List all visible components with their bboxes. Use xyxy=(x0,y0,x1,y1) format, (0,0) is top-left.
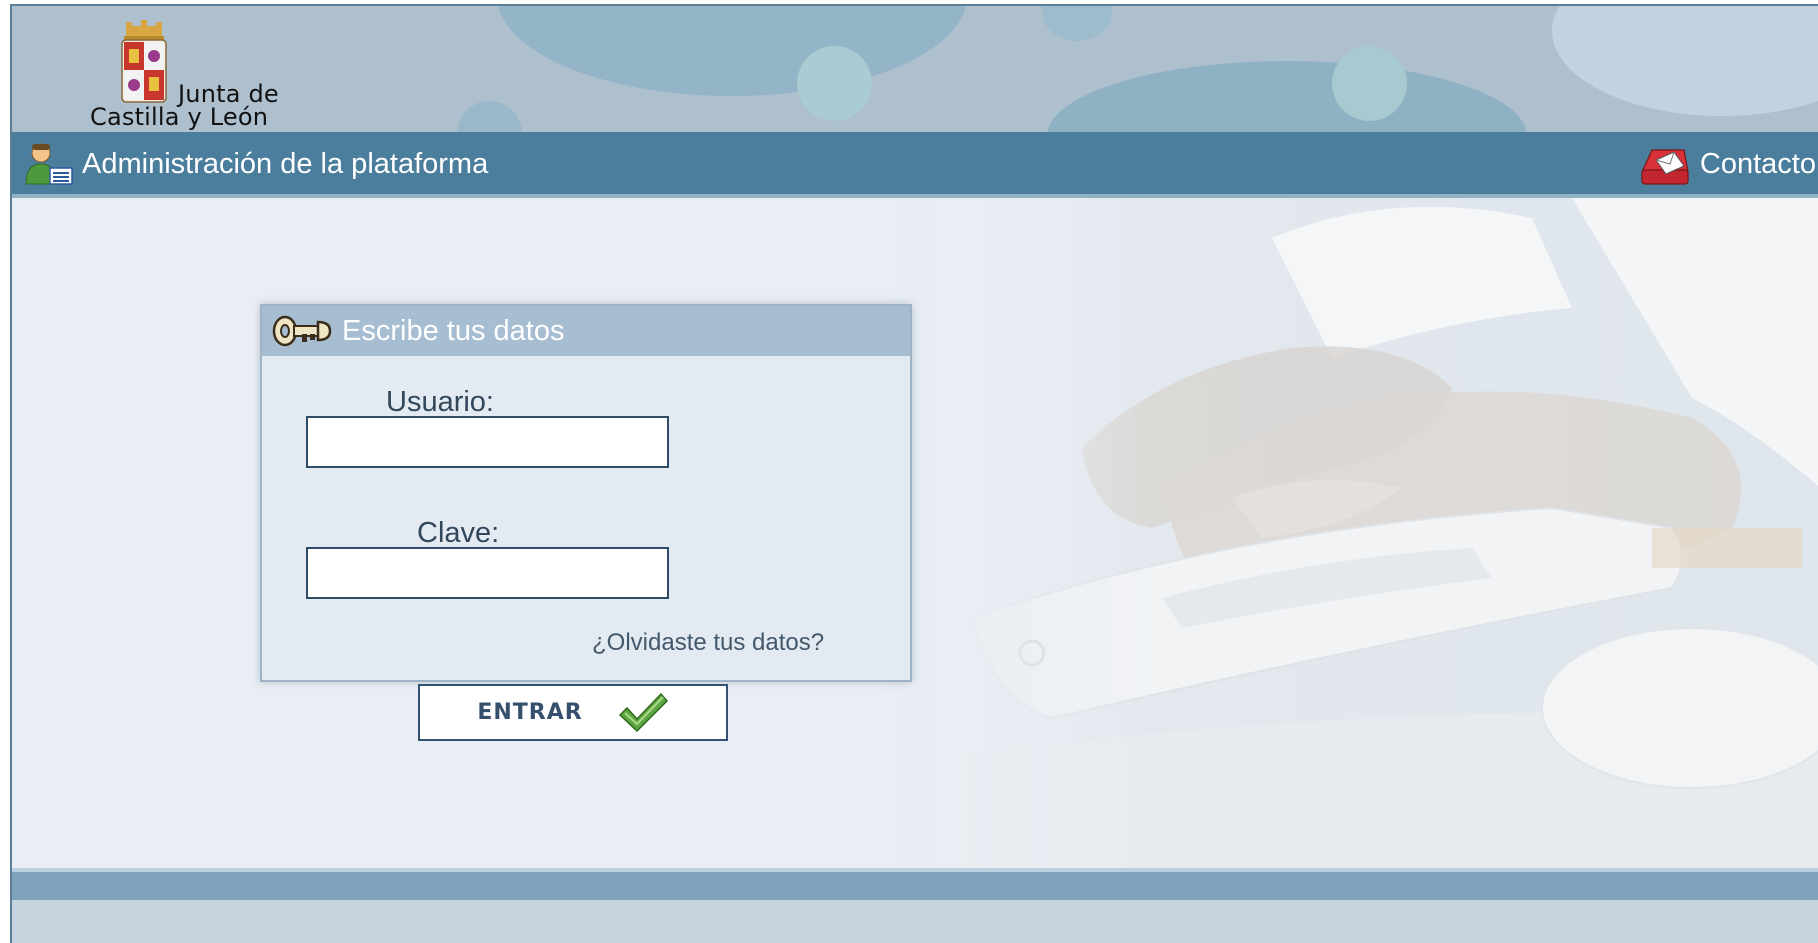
footer-bar xyxy=(12,872,1818,900)
main-area: Escribe tus datos Usuario: Clave: ¿Olvid… xyxy=(12,198,1818,868)
banner-decoration xyxy=(797,46,872,121)
login-panel-header: Escribe tus datos xyxy=(262,306,910,356)
login-panel: Escribe tus datos Usuario: Clave: ¿Olvid… xyxy=(260,304,912,682)
banner-decoration xyxy=(1552,6,1818,116)
contact-label: Contacto xyxy=(1699,147,1816,180)
username-field[interactable] xyxy=(306,416,669,468)
banner-decoration xyxy=(1047,61,1527,132)
contact-mail-icon xyxy=(1640,149,1689,185)
coat-of-arms-icon xyxy=(121,20,167,103)
navbar-title: Administración de la plataforma xyxy=(82,147,489,180)
junta-logo[interactable]: Junta de Castilla y León xyxy=(90,16,310,131)
password-label: Clave: xyxy=(417,517,500,549)
username-label: Usuario: xyxy=(386,386,494,418)
top-navbar: Administración de la plataforma Contacto xyxy=(12,132,1818,198)
admin-platform-link[interactable]: Administración de la plataforma xyxy=(24,142,488,186)
banner-decoration xyxy=(457,101,522,132)
login-panel-title: Escribe tus datos xyxy=(342,314,565,347)
banner-decoration xyxy=(497,6,967,96)
header-banner: Junta de Castilla y León xyxy=(12,6,1818,132)
banner-decoration xyxy=(1042,6,1112,41)
enter-button[interactable]: ENTRAR xyxy=(418,684,728,741)
key-icon xyxy=(272,315,332,347)
password-field[interactable] xyxy=(306,547,669,599)
page-frame: Junta de Castilla y León Administración … xyxy=(10,4,1818,943)
checkmark-icon xyxy=(618,692,668,732)
footer-area xyxy=(12,900,1818,943)
logo-text-line2: Castilla y León xyxy=(90,103,269,131)
admin-user-icon xyxy=(25,143,73,185)
contact-link[interactable]: Contacto xyxy=(1638,142,1816,186)
forgot-credentials-link[interactable]: ¿Olvidaste tus datos? xyxy=(592,629,824,657)
banner-decoration xyxy=(1332,46,1407,121)
enter-button-label: ENTRAR xyxy=(477,700,583,725)
background-hands-keyboard-image xyxy=(932,198,1818,868)
